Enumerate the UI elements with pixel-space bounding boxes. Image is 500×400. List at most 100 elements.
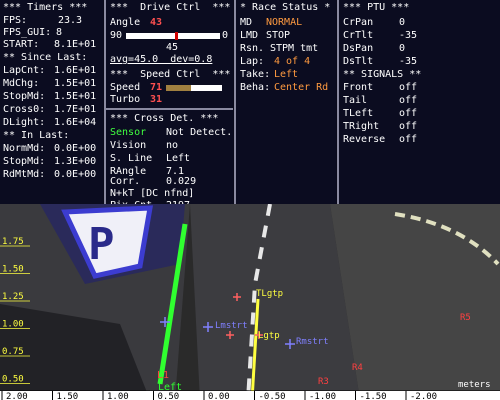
normmd-label: NormMd: (3, 143, 46, 154)
speed-bar-fill (166, 85, 192, 91)
rsn-label: Rsn. (240, 43, 265, 54)
md-value: NORMAL (266, 17, 303, 28)
start-label: START: (3, 39, 40, 50)
corr-label: Corr. (110, 176, 141, 187)
r4-label: R4 (352, 363, 363, 373)
signals-title: ** SIGNALS ** (343, 69, 422, 80)
front-value: off (399, 82, 418, 93)
tlgtp-label: TLgtp (256, 289, 283, 299)
angle-slider-min: 90 (110, 30, 123, 41)
cross0-value: 1.7E+01 (54, 104, 97, 115)
dlight-value: 1.6E+04 (54, 117, 97, 128)
y-tick-label: 1.50 (2, 265, 24, 275)
tleft-value: off (399, 108, 418, 119)
r3-label: R3 (318, 377, 329, 387)
l1-label: L1 (157, 370, 169, 381)
y-tick-label: 0.75 (2, 347, 24, 357)
rsn-value: STPM tmt (270, 43, 319, 54)
angle-slider-mid: 45 (166, 42, 179, 53)
beha-label: Beha: (240, 82, 271, 93)
dspan-label: DsPan (343, 43, 374, 54)
stopmd-value: 1.5E+01 (54, 91, 97, 102)
r5-label: R5 (460, 313, 471, 323)
crtlt-value: -35 (399, 30, 418, 41)
fps-value: 23.3 (58, 15, 83, 26)
rmstrt-label: Rmstrt (296, 337, 329, 347)
sline-value: Left (166, 153, 191, 164)
lmd-value: STOP (266, 30, 291, 41)
tail-value: off (399, 95, 418, 106)
fpsgui-value: 8 (56, 27, 63, 38)
x-axis: 2.00 1.50 1.00 0.50 0.00 -0.50 -1.00 -1.50 -2.00 (1, 391, 437, 400)
drive-panel: *** Drive Ctrl *** Angle 43 90 0 45 avg=… (106, 0, 233, 211)
cross0-label: Cross0: (3, 104, 46, 115)
ptu-panel: *** PTU *** CrPan 0 CrTlt -35 DsPan 0 Ds… (339, 0, 500, 204)
corr-value: 0.029 (166, 176, 197, 187)
vision-label: Vision (110, 140, 147, 151)
tleft-label: TLeft (343, 108, 374, 119)
ptu-title: *** PTU *** (343, 2, 410, 13)
race-title: * Race Status * (240, 2, 331, 13)
sensor-label: Sensor (110, 127, 147, 138)
x-tick-label: 1.50 (57, 392, 79, 400)
lmd-label: LMD (240, 30, 259, 41)
lap-label: Lap: (240, 56, 265, 67)
sline-label: S. Line (110, 153, 153, 164)
turbo-value: 31 (150, 94, 163, 105)
dstlt-label: DsTlt (343, 56, 374, 67)
tright-label: TRight (343, 121, 380, 132)
x-tick-label: 2.00 (6, 392, 28, 400)
angle-label: Angle (110, 17, 141, 28)
telemetry-panel: *** Timers *** FPS: 23.3 FPS_GUI: 8 STAR… (0, 0, 500, 211)
fps-label: FPS: (3, 15, 28, 26)
lapcnt-value: 1.6E+01 (54, 65, 97, 76)
x-tick-label: -0.50 (259, 392, 286, 400)
lgtp-label: Lgtp (258, 331, 280, 341)
cross-title: *** Cross Det. *** (110, 113, 219, 124)
lapcnt-label: LapCnt: (3, 65, 46, 76)
stopmd2-label: StopMd: (3, 156, 46, 167)
crpan-value: 0 (399, 17, 406, 28)
x-unit-label: meters (458, 380, 491, 390)
normmd-value: 0.0E+00 (54, 143, 97, 154)
turbo-label: Turbo (110, 94, 141, 105)
mdchg-label: MdChg: (3, 78, 40, 89)
tail-label: Tail (343, 95, 368, 106)
speed-bar (166, 85, 222, 91)
stopmd2-value: 1.3E+00 (54, 156, 97, 167)
mdchg-value: 1.5E+01 (54, 78, 97, 89)
angle-slider-thumb[interactable] (174, 32, 178, 40)
x-tick-label: 0.50 (158, 392, 180, 400)
sensor-value: Not Detect. (166, 127, 233, 138)
take-label: Take: (240, 69, 271, 80)
nkt-line: N+kT [DC nfnd] (110, 188, 195, 199)
speed-title: *** Speed Ctrl *** (110, 69, 231, 80)
start-value: 8.1E+01 (54, 39, 97, 50)
speed-label: Speed (110, 82, 141, 93)
section-divider (106, 108, 233, 110)
rdmtmd-label: RdMtMd: (3, 169, 46, 180)
x-tick-label: 0.00 (208, 392, 230, 400)
reverse-label: Reverse (343, 134, 386, 145)
fpsgui-label: FPS_GUI: (3, 27, 52, 38)
y-tick-label: 1.25 (2, 292, 24, 302)
angle-value: 43 (150, 17, 163, 28)
y-tick-label: 0.50 (2, 375, 24, 385)
dspan-value: 0 (399, 43, 406, 54)
tright-value: off (399, 121, 418, 132)
stopmd-label: StopMd: (3, 91, 46, 102)
take-value: Left (274, 69, 299, 80)
timers-title: *** Timers *** (3, 2, 88, 13)
y-tick-label: 1.00 (2, 320, 24, 330)
y-tick-label: 1.75 (2, 237, 24, 247)
speed-value: 71 (150, 82, 163, 93)
vision-value: no (166, 140, 179, 151)
lmstrt-label: Lmstrt (215, 321, 248, 331)
beha-value: Center Rd (274, 82, 329, 93)
angle-slider[interactable] (126, 32, 220, 40)
since-last-title: ** Since Last: (3, 52, 88, 63)
reverse-value: off (399, 134, 418, 145)
parking-sign-glyph: P (88, 219, 115, 270)
md-label: MD (240, 17, 253, 28)
race-panel: * Race Status * MD NORMAL LMD STOP Rsn. … (236, 0, 336, 204)
